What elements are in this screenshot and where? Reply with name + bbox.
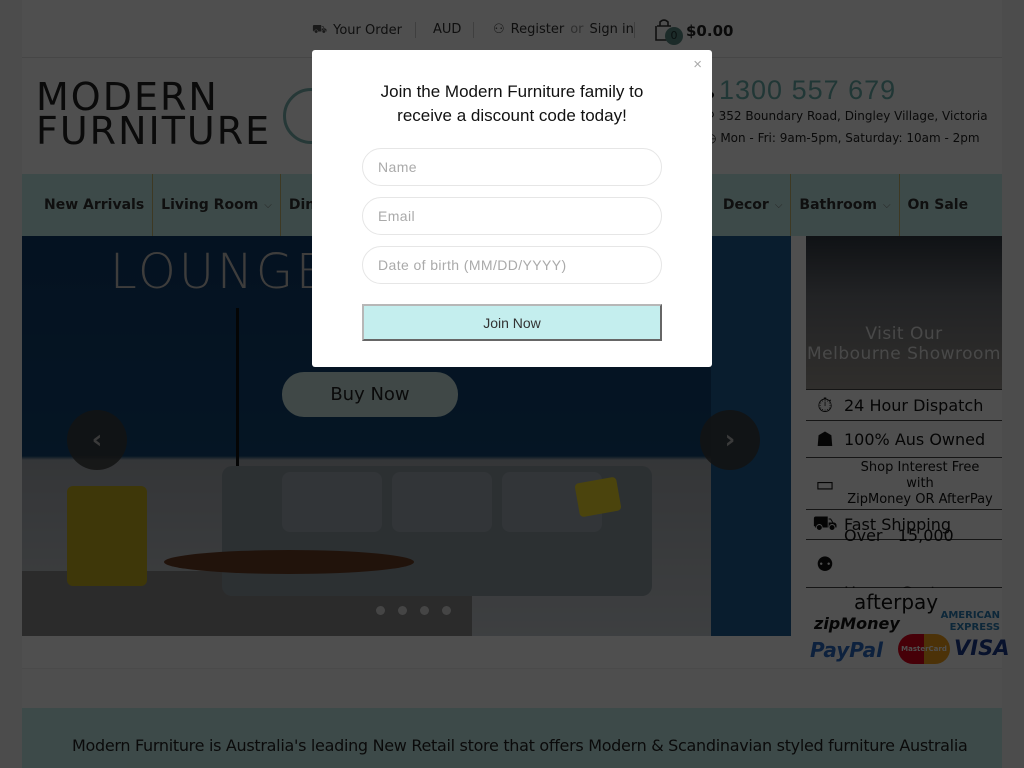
name-input[interactable] <box>362 148 662 186</box>
modal-heading-line2: receive a discount code today! <box>397 106 627 125</box>
modal-heading-line1: Join the Modern Furniture family to <box>380 82 644 101</box>
email-input[interactable] <box>362 197 662 235</box>
dob-input[interactable] <box>362 246 662 284</box>
modal-heading: Join the Modern Furniture family to rece… <box>312 80 712 128</box>
close-icon[interactable]: × <box>693 56 702 73</box>
signup-modal: × Join the Modern Furniture family to re… <box>312 50 712 367</box>
join-now-button[interactable]: Join Now <box>362 304 662 341</box>
